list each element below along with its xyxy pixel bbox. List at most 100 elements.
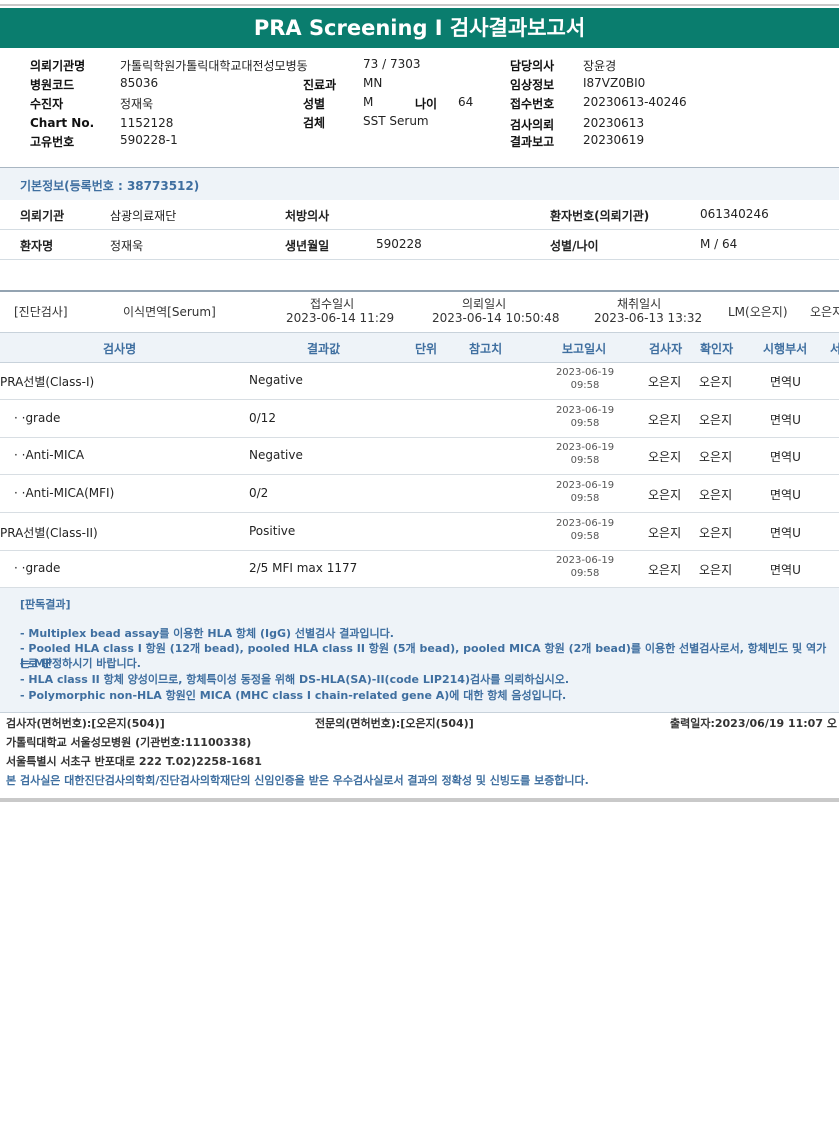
checker: 오은지 — [699, 413, 733, 427]
header-value: I87VZ0BI0 — [583, 76, 646, 90]
header-label: Chart No. — [30, 116, 95, 130]
col-checker: 확인자 — [700, 342, 734, 356]
table-row: · ·grade 2/5 MFI max 1177 2023-06-19 09:… — [0, 550, 839, 588]
table-row: PRA선별(Class-I) Negative 2023-06-19 09:58… — [0, 362, 839, 400]
info-label: 성별/나이 — [550, 239, 599, 253]
info-value: 590228 — [376, 237, 422, 251]
info-value: 061340246 — [700, 207, 769, 221]
address: 서울특별시 서초구 반포대로 222 T.02)2258-1681 — [6, 755, 262, 768]
info-label: 환자명 — [20, 239, 54, 253]
col-result: 결과값 — [307, 342, 341, 356]
report-date: 2023-06-19 — [555, 518, 615, 529]
interpretation-line: - Polymorphic non-HLA 항원인 MICA (MHC clas… — [20, 689, 567, 702]
test-result: Negative — [249, 373, 303, 387]
header-label: 병원코드 — [30, 78, 75, 92]
report-date: 2023-06-19 — [555, 405, 615, 416]
interpretation-panel: [판독결과] - Multiplex bead assay를 이용한 HLA 항… — [0, 588, 839, 713]
section-name: 이식면역[Serum] — [123, 305, 216, 319]
header-left-0: 의뢰기관명 — [30, 57, 85, 74]
test-result: 0/12 — [249, 411, 276, 425]
results-column-header: 검사명 결과값 단위 참고치 보고일시 검사자 확인자 시행부서 서 — [0, 332, 839, 363]
age-value: 64 — [458, 95, 474, 109]
report-date: 2023-06-19 — [555, 555, 615, 566]
header-value: SST Serum — [363, 114, 429, 128]
col-report-date: 보고일시 — [562, 342, 607, 356]
interpretation-line: I 로 판정하시기 바랍니다. — [20, 657, 141, 670]
checker: 오은지 — [699, 526, 733, 540]
report-time: 09:58 — [570, 568, 600, 579]
info-label: 환자번호(의뢰기관) — [550, 209, 650, 223]
test-name: PRA선별(Class-II) — [0, 526, 98, 540]
received-label: 접수일시 — [310, 297, 355, 311]
header-label: 성별 — [303, 97, 326, 111]
header-label: 수진자 — [30, 97, 64, 111]
checker: 오은지 — [699, 450, 733, 464]
header-value: 정재욱 — [120, 97, 154, 111]
header-value: 20230619 — [583, 133, 645, 147]
specialist-signature: 전문의(면허번호):[오은지(504)] — [315, 717, 474, 730]
table-row: PRA선별(Class-II) Positive 2023-06-19 09:5… — [0, 513, 839, 551]
report-footer: 검사자(면허번호):[오은지(504)] 전문의(면허번호):[오은지(504)… — [0, 712, 839, 796]
report-date: 2023-06-19 — [555, 480, 615, 491]
test-name: · ·grade — [14, 411, 61, 425]
test-result: Positive — [249, 524, 296, 538]
header-value: 장윤경 — [583, 59, 617, 73]
info-label: 처방의사 — [285, 209, 330, 223]
col-reference: 참고치 — [469, 342, 503, 356]
report-date: 2023-06-19 — [555, 442, 615, 453]
info-label: 의뢰기관 — [20, 209, 65, 223]
basic-info-row: 의뢰기관 삼광의료재단 처방의사 환자번호(의뢰기관) 061340246 — [0, 199, 839, 230]
info-value: M / 64 — [700, 237, 738, 251]
tester: 오은지 — [648, 563, 682, 577]
info-label: 생년월일 — [285, 239, 330, 253]
col-unit: 단위 — [415, 342, 438, 356]
department: 면역U — [770, 563, 801, 577]
checker: 오은지 — [699, 488, 733, 502]
col-tester: 검사자 — [649, 342, 683, 356]
header-label: 담당의사 — [510, 59, 555, 73]
certification-note: 본 검사실은 대한진단검사의학회/진단검사의학재단의 신임인증을 받은 우수검사… — [6, 774, 589, 787]
test-section-header: [진단검사] 이식면역[Serum] 접수일시 2023-06-14 11:29… — [0, 290, 839, 334]
department: 면역U — [770, 375, 801, 389]
report-title: PRA Screening I 검사결과보고서 — [0, 8, 839, 48]
report-time: 09:58 — [570, 493, 600, 504]
print-date: 출력일자:2023/06/19 11:07 오 — [670, 717, 837, 730]
department: 면역U — [770, 488, 801, 502]
header-label: 진료과 — [303, 78, 337, 92]
tester: 오은지 — [648, 526, 682, 540]
requested-value: 2023-06-14 10:50:48 — [432, 311, 560, 325]
report-time: 09:58 — [570, 380, 600, 391]
header-value: 20230613 — [583, 116, 645, 130]
interpretation-line: - HLA class II 항체 양성이므로, 항체특이성 동정을 위해 DS… — [20, 673, 570, 686]
header-value: 590228-1 — [120, 133, 178, 147]
basic-info-row: 환자명 정재욱 생년월일 590228 성별/나이 M / 64 — [0, 229, 839, 260]
header-value: 1152128 — [120, 116, 174, 130]
tester: 오은지 — [648, 375, 682, 389]
section-extra: 오은지 — [810, 305, 839, 319]
test-name: PRA선별(Class-I) — [0, 375, 95, 389]
header-label: 검체 — [303, 116, 326, 130]
test-name: · ·grade — [14, 561, 61, 575]
header-label: 검사의뢰 — [510, 118, 555, 132]
collected-label: 채취일시 — [617, 297, 662, 311]
col-extra: 서 — [830, 342, 839, 356]
test-result: 2/5 MFI max 1177 — [249, 561, 358, 575]
header-value: 85036 — [120, 76, 159, 90]
header-label: 의뢰기관명 — [30, 59, 86, 73]
header-label: 결과보고 — [510, 135, 555, 149]
header-label: 접수번호 — [510, 97, 555, 111]
header-value: 가톨릭학원가톨릭대학교대전성모병동 — [120, 59, 308, 73]
requested-label: 의뢰일시 — [462, 297, 507, 311]
section-category: [진단검사] — [14, 305, 68, 319]
tester-signature: 검사자(면허번호):[오은지(504)] — [6, 717, 165, 730]
tester: 오은지 — [648, 413, 682, 427]
interpretation-line: - Multiplex bead assay를 이용한 HLA 항체 (IgG)… — [20, 627, 394, 640]
received-value: 2023-06-14 11:29 — [286, 311, 395, 325]
info-value: 정재욱 — [110, 239, 144, 253]
organization: 가톨릭대학교 서울성모병원 (기관번호:11100338) — [6, 736, 252, 749]
bottom-rule — [0, 798, 839, 802]
header-label: 임상정보 — [510, 78, 555, 92]
table-row: · ·Anti-MICA Negative 2023-06-19 09:58 오… — [0, 437, 839, 475]
basic-info-title: 기본정보(등록번호 : 38773512) — [20, 179, 200, 193]
header-value: MN — [363, 76, 383, 90]
